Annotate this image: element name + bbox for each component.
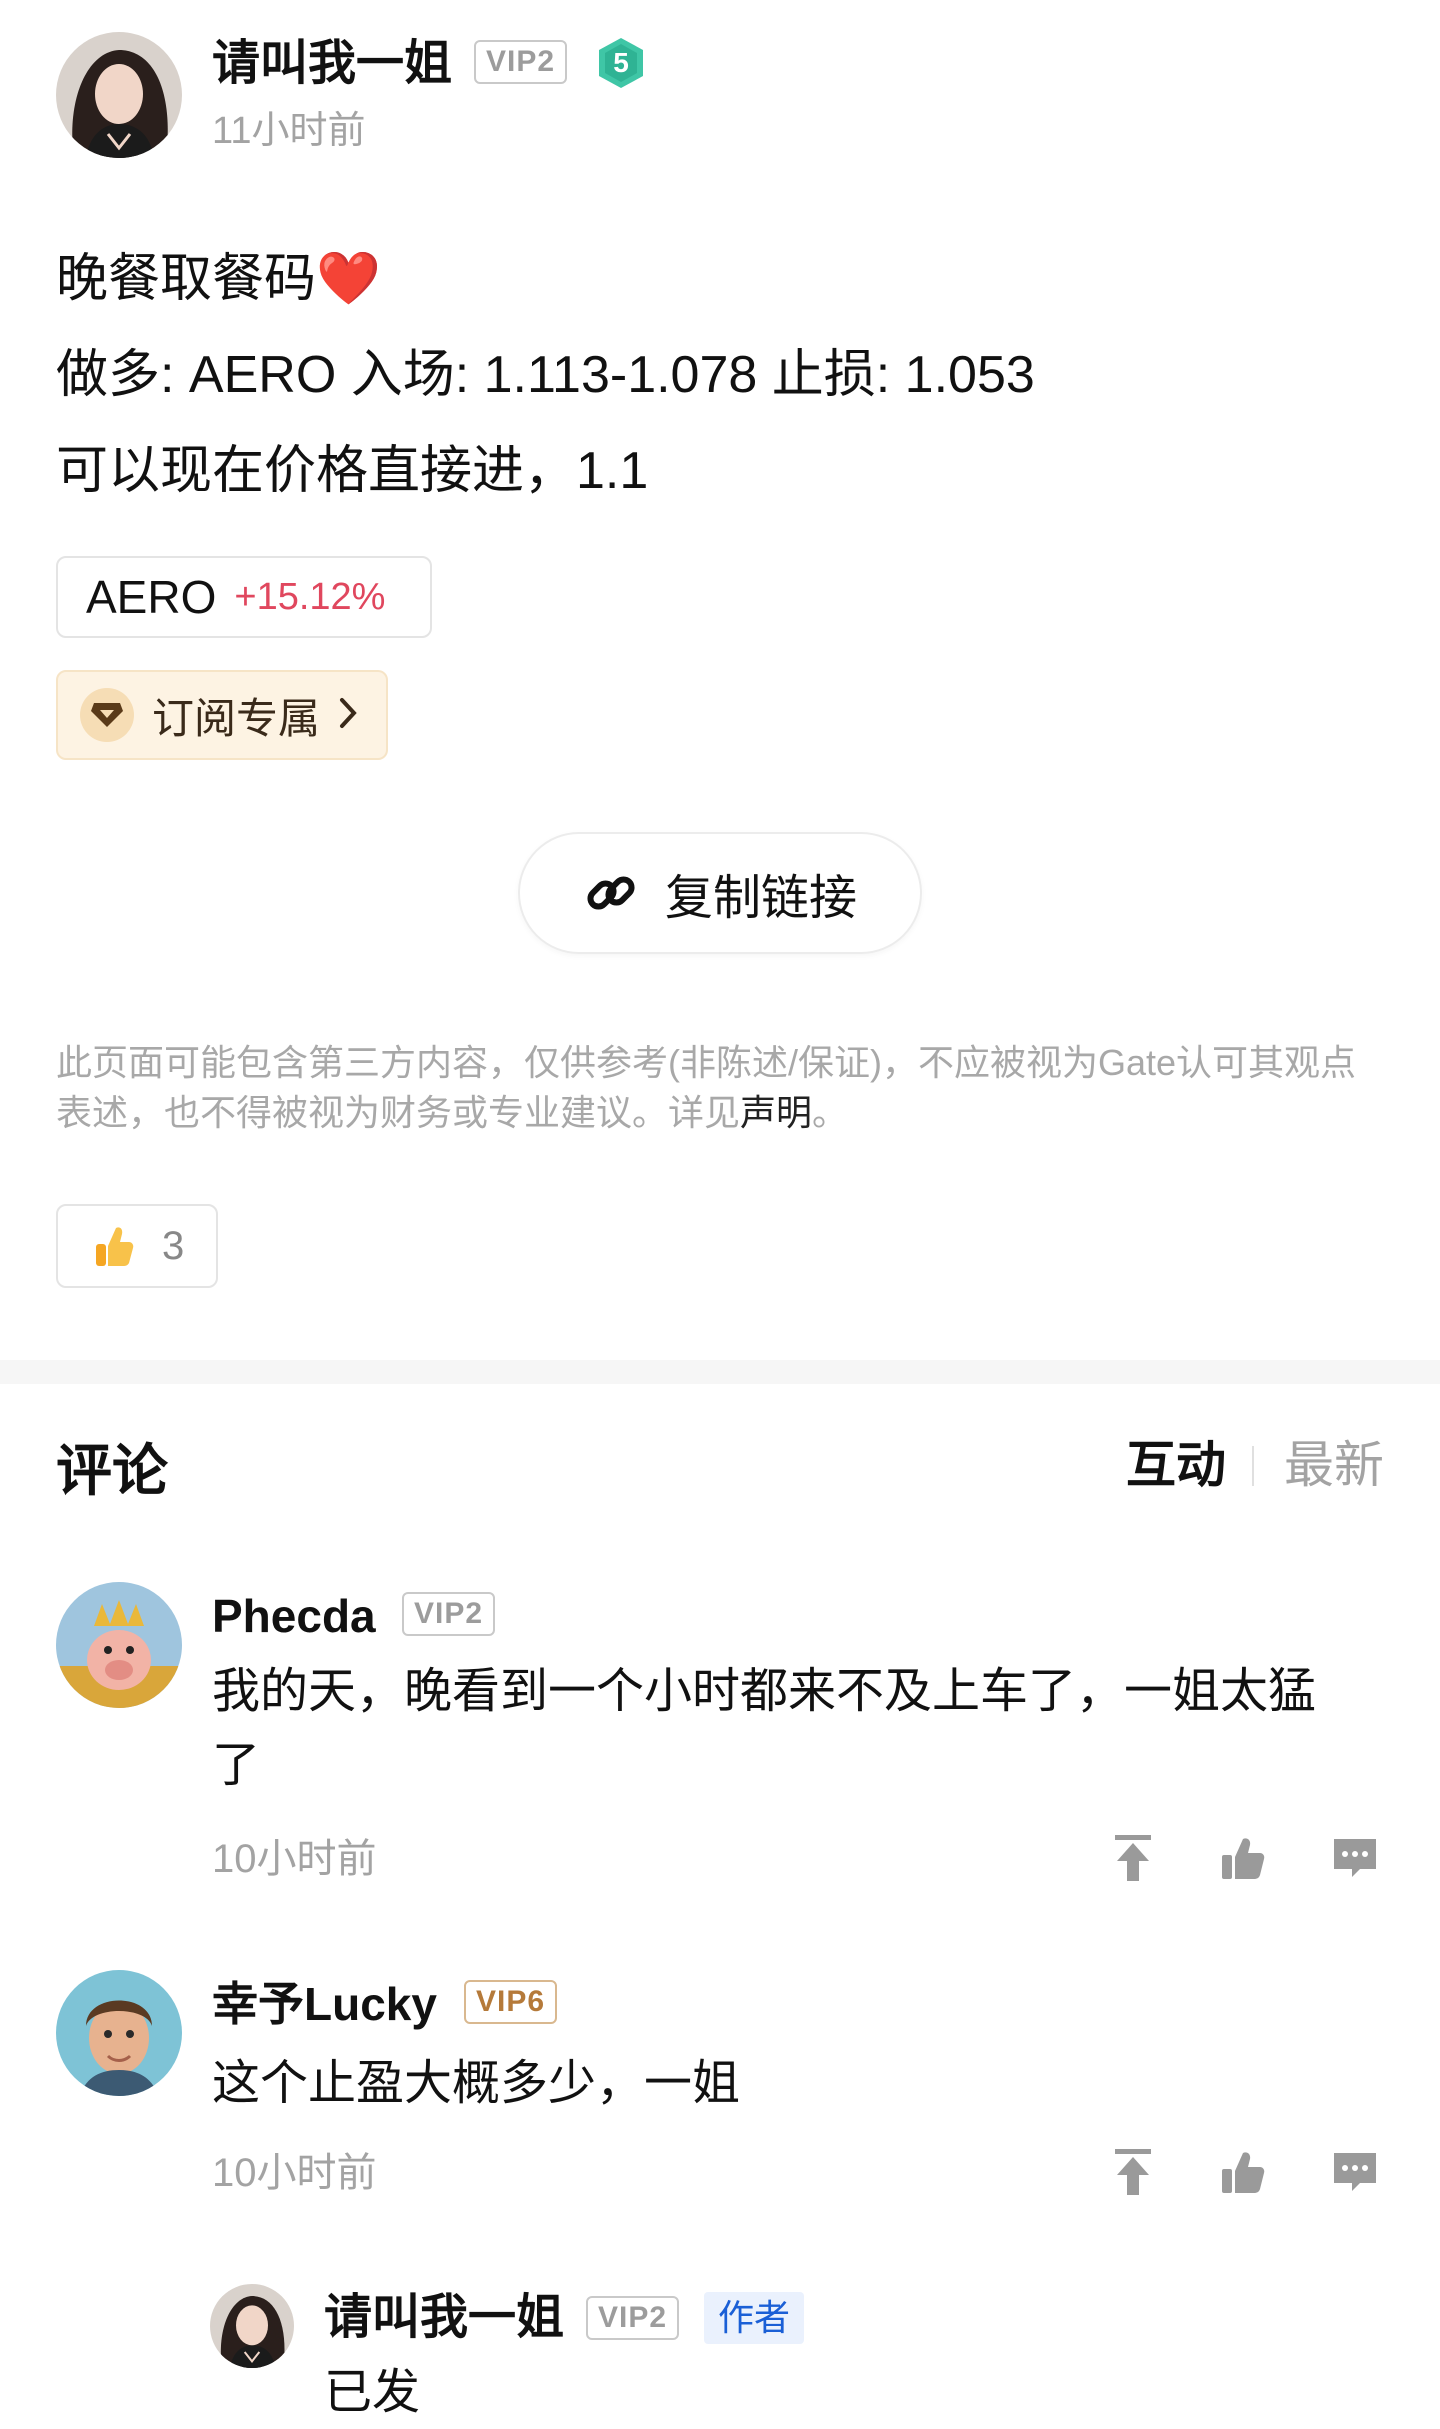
ticker-chip[interactable]: AERO +15.12% — [56, 556, 432, 638]
comment-like-icon[interactable] — [1218, 2144, 1268, 2200]
copy-link-button[interactable]: 复制链接 — [518, 832, 922, 954]
post-time: 11小时前 — [212, 110, 366, 152]
subscribe-label: 订阅专属 — [152, 694, 321, 742]
reply-username[interactable]: 请叫我一姐 — [324, 2288, 564, 2348]
author-badge: 作者 — [704, 2292, 805, 2344]
subscribe-button[interactable]: 订阅专属 — [56, 670, 388, 760]
comment-like-icon[interactable] — [1218, 1830, 1268, 1886]
disclaimer-link[interactable]: 声明 — [740, 1092, 812, 1133]
author-avatar[interactable] — [56, 32, 182, 158]
comment-username[interactable]: Phecda — [212, 1586, 376, 1646]
reply-avatar[interactable] — [210, 2284, 294, 2368]
reply-icon[interactable] — [1328, 2144, 1382, 2200]
comment-vip-badge: VIP2 — [402, 1592, 496, 1636]
disclaimer-text: 此页面可能包含第三方内容，仅供参考(非陈述/保证)，不应被视为Gate认可其观点… — [56, 1042, 1357, 1133]
diamond-icon — [80, 688, 134, 742]
sort-tab-latest[interactable]: 最新 — [1284, 1432, 1384, 1498]
sort-divider — [1252, 1446, 1254, 1486]
thumbs-up-icon — [94, 1224, 134, 1268]
reply-icon[interactable] — [1328, 1830, 1382, 1886]
like-button[interactable]: 3 — [56, 1204, 218, 1288]
ticker-change: +15.12% — [234, 575, 386, 618]
post-line-3: 可以现在价格直接进，1.1 — [56, 442, 649, 500]
link-icon — [583, 865, 639, 921]
reply-text: 已发 — [324, 2366, 421, 2419]
copy-link-label: 复制链接 — [664, 872, 857, 925]
author-name[interactable]: 请叫我一姐 — [212, 34, 452, 94]
author-level-badge: 5 — [596, 36, 646, 90]
author-vip-badge: VIP2 — [474, 40, 568, 84]
comment-text-line-1: 我的天，晚看到一个小时都来不及上车了，一姐太猛 — [212, 1665, 1317, 1718]
post-line-2: 做多: AERO 入场: 1.113-1.078 止损: 1.053 — [56, 346, 1035, 404]
pin-top-icon[interactable] — [1108, 1830, 1158, 1886]
comment-username[interactable]: 幸予Lucky — [212, 1974, 437, 2034]
comment-text-line-2: 了 — [212, 1739, 261, 1792]
comment-time: 10小时前 — [212, 2151, 377, 2195]
reply-vip-badge: VIP2 — [586, 2296, 680, 2340]
chevron-right-icon — [338, 696, 358, 735]
disclaimer: 此页面可能包含第三方内容，仅供参考(非陈述/保证)，不应被视为Gate认可其观点… — [56, 1038, 1376, 1138]
disclaimer-end: 。 — [812, 1092, 849, 1133]
comment-vip-badge: VIP6 — [464, 1980, 558, 2024]
pin-top-icon[interactable] — [1108, 2144, 1158, 2200]
section-divider — [0, 1360, 1440, 1384]
ticker-symbol: AERO — [86, 571, 217, 623]
post-line-1: 晚餐取餐码❤️ — [56, 250, 381, 308]
like-count: 3 — [162, 1223, 185, 1268]
comment-time: 10小时前 — [212, 1837, 377, 1881]
comments-title: 评论 — [56, 1439, 168, 1502]
sort-tab-interactive[interactable]: 互动 — [1126, 1432, 1226, 1498]
comment-avatar[interactable] — [56, 1582, 182, 1708]
comment-avatar[interactable] — [56, 1970, 182, 2096]
comment-text: 这个止盈大概多少，一姐 — [212, 2057, 741, 2110]
